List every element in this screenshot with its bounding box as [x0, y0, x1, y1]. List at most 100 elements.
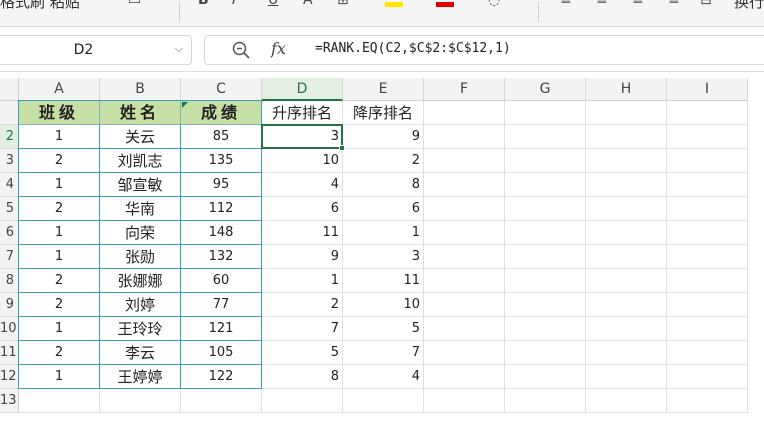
cell-b9[interactable]: 刘婷 — [100, 293, 181, 317]
cell-c4[interactable]: 95 — [181, 173, 262, 197]
cell-b10[interactable]: 王玲玲 — [100, 317, 181, 341]
cell-c10[interactable]: 121 — [181, 317, 262, 341]
cell-a10[interactable]: 1 — [19, 317, 100, 341]
cell-d7[interactable]: 9 — [262, 245, 343, 269]
column-header-e[interactable]: E — [343, 78, 424, 101]
cell-h13[interactable] — [586, 389, 667, 413]
cell-g2[interactable] — [505, 125, 586, 149]
cell-i7[interactable] — [667, 245, 748, 269]
column-header-f[interactable]: F — [424, 78, 505, 101]
name-box[interactable]: D2 ⌵ — [0, 35, 192, 65]
cell-f7[interactable] — [424, 245, 505, 269]
cell-b5[interactable]: 华南 — [100, 197, 181, 221]
fill-handle[interactable] — [339, 145, 345, 151]
column-header-i[interactable]: I — [667, 78, 748, 101]
cell-g13[interactable] — [505, 389, 586, 413]
cell-c3[interactable]: 135 — [181, 149, 262, 173]
bold-icon[interactable]: B — [198, 0, 209, 8]
cell-d6[interactable]: 11 — [262, 221, 343, 245]
font-color-swatch[interactable] — [436, 2, 454, 7]
cell-i4[interactable] — [667, 173, 748, 197]
cell-d1-header[interactable]: 升序排名 — [262, 101, 343, 125]
cell-i6[interactable] — [667, 221, 748, 245]
underline-icon[interactable]: U — [268, 0, 278, 8]
zoom-formula-icon[interactable] — [231, 40, 251, 60]
ribbon-format-painter-paste[interactable]: 格式刷 粘贴 — [0, 0, 80, 12]
border-icon[interactable]: ⊞ — [337, 0, 349, 8]
cell-g8[interactable] — [505, 269, 586, 293]
ribbon-paste-options-icon[interactable]: ▭ — [128, 0, 141, 8]
chevron-down-icon[interactable]: ⌵ — [175, 42, 183, 56]
cell-d11[interactable]: 5 — [262, 341, 343, 365]
cell-d4[interactable]: 4 — [262, 173, 343, 197]
cell-b1-header[interactable]: 姓名 — [100, 101, 181, 125]
italic-icon[interactable]: I — [232, 0, 236, 8]
column-header-c[interactable]: C — [181, 78, 262, 101]
row-header-9[interactable]: 9 — [0, 293, 19, 317]
align-left-icon[interactable]: ≡ — [668, 0, 680, 8]
cell-i2[interactable] — [667, 125, 748, 149]
cell-c2[interactable]: 85 — [181, 125, 262, 149]
cell-f12[interactable] — [424, 365, 505, 389]
cell-g12[interactable] — [505, 365, 586, 389]
cell-e5[interactable]: 6 — [343, 197, 424, 221]
row-header-1[interactable] — [0, 101, 19, 125]
cell-f3[interactable] — [424, 149, 505, 173]
cell-h10[interactable] — [586, 317, 667, 341]
cell-g7[interactable] — [505, 245, 586, 269]
cell-b11[interactable]: 李云 — [100, 341, 181, 365]
cell-g4[interactable] — [505, 173, 586, 197]
cell-i13[interactable] — [667, 389, 748, 413]
row-header-8[interactable]: 8 — [0, 269, 19, 293]
cell-g1[interactable] — [505, 101, 586, 125]
cell-a13[interactable] — [19, 389, 100, 413]
cell-c8[interactable]: 60 — [181, 269, 262, 293]
cell-f9[interactable] — [424, 293, 505, 317]
row-header-3[interactable]: 3 — [0, 149, 19, 173]
cell-e1-header[interactable]: 降序排名 — [343, 101, 424, 125]
cell-e2[interactable]: 9 — [343, 125, 424, 149]
cell-a9[interactable]: 2 — [19, 293, 100, 317]
indent-icon[interactable]: ⊟ — [700, 0, 712, 8]
cell-e7[interactable]: 3 — [343, 245, 424, 269]
cell-b4[interactable]: 邹宣敏 — [100, 173, 181, 197]
cell-a6[interactable]: 1 — [19, 221, 100, 245]
fill-color-swatch[interactable] — [385, 2, 403, 7]
cell-i10[interactable] — [667, 317, 748, 341]
cell-c1-header[interactable]: 成绩 — [181, 101, 262, 125]
cell-f2[interactable] — [424, 125, 505, 149]
cell-d13[interactable] — [262, 389, 343, 413]
cell-e11[interactable]: 7 — [343, 341, 424, 365]
cell-a4[interactable]: 1 — [19, 173, 100, 197]
function-icon[interactable]: fx — [271, 39, 286, 58]
cell-g6[interactable] — [505, 221, 586, 245]
cell-f5[interactable] — [424, 197, 505, 221]
cell-i12[interactable] — [667, 365, 748, 389]
cell-d2[interactable]: 3 — [262, 125, 343, 149]
cell-b6[interactable]: 向荣 — [100, 221, 181, 245]
row-header-5[interactable]: 5 — [0, 197, 19, 221]
cell-f1[interactable] — [424, 101, 505, 125]
cell-h2[interactable] — [586, 125, 667, 149]
cell-i3[interactable] — [667, 149, 748, 173]
cell-a12[interactable]: 1 — [19, 365, 100, 389]
cell-h9[interactable] — [586, 293, 667, 317]
cell-d5[interactable]: 6 — [262, 197, 343, 221]
cell-h1[interactable] — [586, 101, 667, 125]
select-all-corner[interactable] — [0, 78, 19, 101]
cell-b2[interactable]: 关云 — [100, 125, 181, 149]
cell-h7[interactable] — [586, 245, 667, 269]
cell-g9[interactable] — [505, 293, 586, 317]
wrap-text-button[interactable]: 换行 — [734, 0, 764, 12]
cell-g11[interactable] — [505, 341, 586, 365]
cell-f11[interactable] — [424, 341, 505, 365]
cell-c13[interactable] — [181, 389, 262, 413]
row-header-6[interactable]: 6 — [0, 221, 19, 245]
spreadsheet-grid[interactable]: ABCDEFGHI 2 3 4 5 6 7 8 9 10 11 12 13 班级 姓名 成绩 升序排名 降序排… — [0, 78, 764, 432]
cell-i11[interactable] — [667, 341, 748, 365]
cell-d9[interactable]: 2 — [262, 293, 343, 317]
column-header-d[interactable]: D — [262, 78, 343, 101]
cell-b12[interactable]: 王婷婷 — [100, 365, 181, 389]
cell-a1-header[interactable]: 班级 — [19, 101, 100, 125]
cell-a11[interactable]: 2 — [19, 341, 100, 365]
